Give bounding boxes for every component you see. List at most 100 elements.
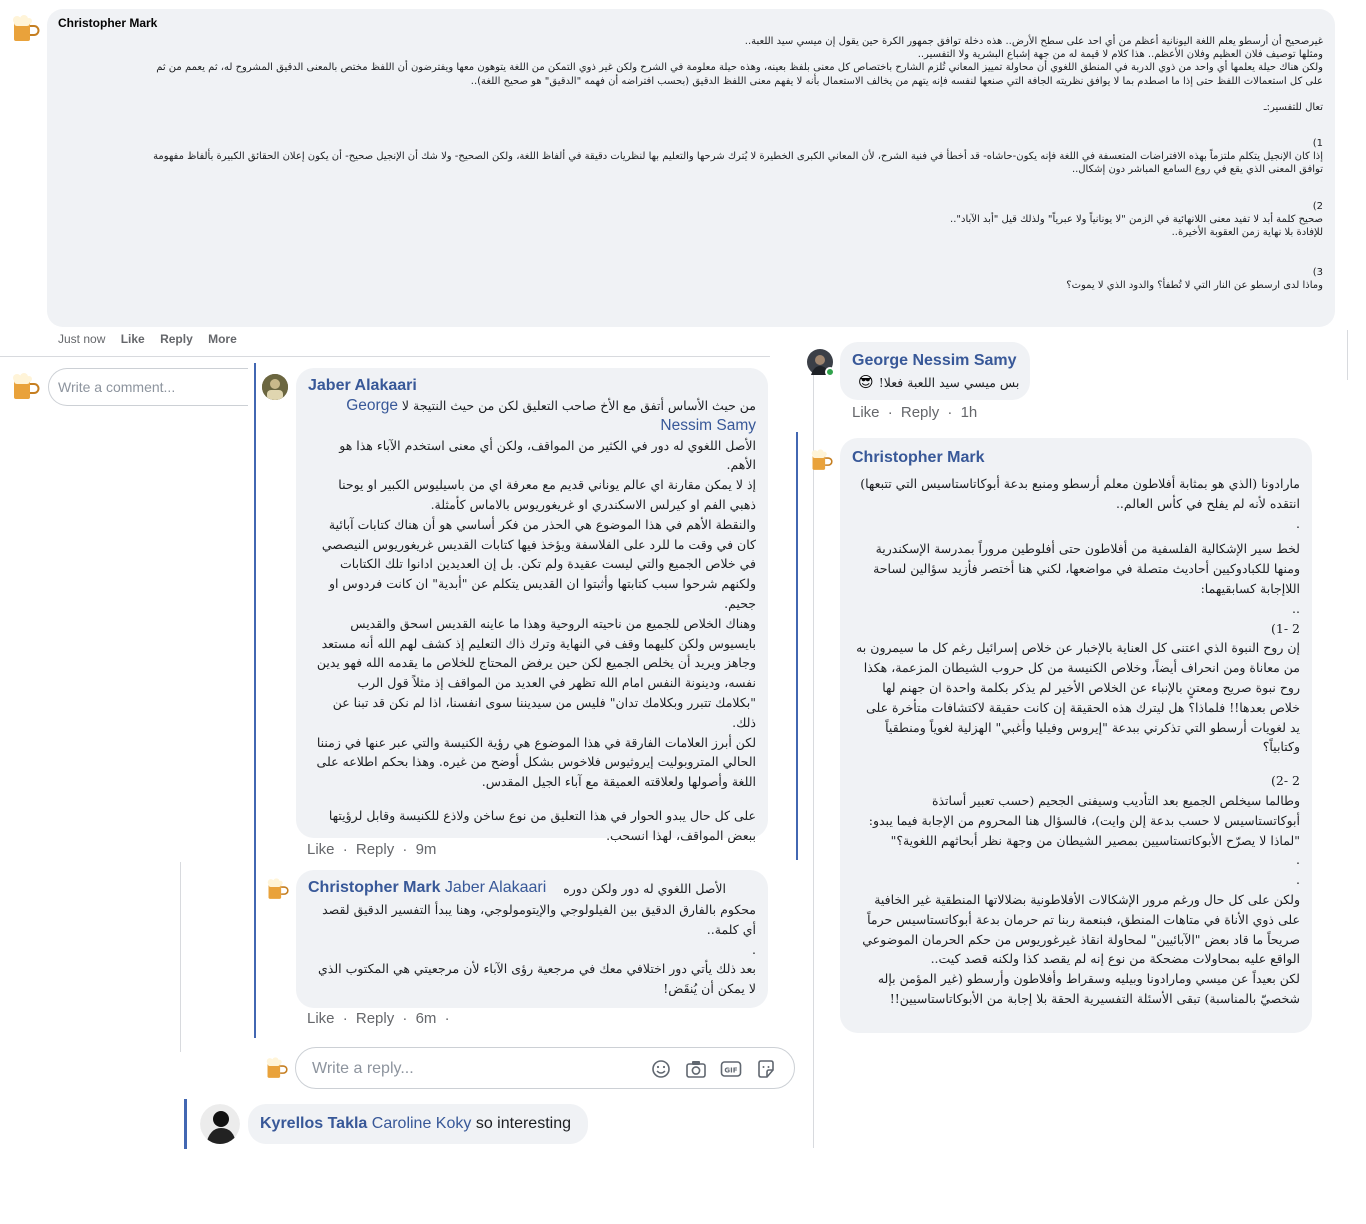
separator: · <box>342 841 348 858</box>
comment-body: الأصل اللغوي له دور ولكن دوره <box>314 879 726 899</box>
kyrellos-avatar[interactable] <box>200 1104 240 1144</box>
separator: · <box>342 1010 348 1027</box>
george-avatar[interactable] <box>807 349 835 377</box>
comment-text: بس ميسي سيد اللعبة فعلا! <box>878 375 1020 390</box>
separator: · <box>402 1010 408 1027</box>
timestamp[interactable]: 9m <box>416 841 437 858</box>
comment-paragraph: وطالما سيخلص الجميع بعد التأديب وسيفنى ا… <box>868 792 1300 828</box>
separator: · <box>887 404 893 421</box>
comment-paragraph: لكن أبرز العلامات الفارقة في هذا الموضوع… <box>316 734 756 790</box>
comment-paragraph: . <box>752 941 756 957</box>
george-comment-bubble: George Nessim Samy 😎 بس ميسي سيد اللعبة … <box>840 342 1030 400</box>
comment-author[interactable]: Kyrellos Takla <box>260 1115 367 1132</box>
beer-mug-icon <box>13 15 40 41</box>
comment-author[interactable]: Christopher Mark <box>852 449 984 467</box>
comment-paragraph: 2) <box>1312 200 1323 212</box>
like-button[interactable]: Like <box>852 404 880 421</box>
author-avatar[interactable] <box>807 447 833 473</box>
thread-line <box>254 363 256 1038</box>
reply-button[interactable]: Reply <box>356 841 394 858</box>
comment-paragraph: على كل حال يبدو الحوار في هذا التعليق من… <box>328 807 756 843</box>
emoji-icon[interactable] <box>651 1059 671 1083</box>
reply-button[interactable]: Reply <box>160 332 193 346</box>
write-comment-placeholder: Write a comment... <box>58 379 176 395</box>
comment-paragraph: 3) <box>1312 267 1323 279</box>
comment-body: مارادونا (الذي هو بمثابة أفلاطون معلم أر… <box>854 474 1300 1009</box>
comment-paragraph: غيرصحيح أن أرسطو يعلم اللغة اليونانية أع… <box>744 36 1323 47</box>
like-button[interactable]: Like <box>121 332 145 346</box>
comment-author[interactable]: Christopher Mark <box>58 16 157 30</box>
reply-button[interactable]: Reply <box>356 1010 394 1027</box>
mention-link[interactable]: George <box>346 397 398 414</box>
gif-icon[interactable]: GIF <box>720 1059 742 1083</box>
comment-actions: Like · Reply · 6m · <box>307 1010 454 1027</box>
thread-line <box>180 862 181 1052</box>
timestamp[interactable]: 1h <box>961 404 978 421</box>
write-comment-input[interactable]: Write a comment... <box>48 368 248 406</box>
timestamp[interactable]: 6m <box>416 1010 437 1027</box>
mention-link[interactable]: Nessim Samy <box>660 417 756 434</box>
author-avatar[interactable] <box>7 12 40 45</box>
thread-line <box>184 1099 187 1149</box>
thread-line <box>813 356 814 1148</box>
comment-body: غيرصحيح أن أرسطو يعلم اللغة اليونانية أع… <box>57 35 1323 293</box>
comment-actions: Like · Reply · 1h <box>852 404 981 421</box>
write-reply-placeholder: Write a reply... <box>312 1060 414 1077</box>
divider <box>1347 330 1348 380</box>
main-comment-bubble: Christopher Mark غيرصحيح أن أرسطو يعلم ا… <box>47 9 1335 327</box>
write-reply-input[interactable]: Write a reply... GIF <box>295 1047 795 1089</box>
comment-author[interactable]: Jaber Alakaari <box>308 377 417 395</box>
sunglasses-emoji: 😎 <box>858 373 874 391</box>
jaber-comment-bubble: Jaber Alakaari من حيث الأساس أتفق مع الأ… <box>296 368 768 843</box>
beer-mug-icon <box>811 449 833 470</box>
kyrellos-comment-bubble: Kyrellos Takla Caroline Koky so interest… <box>248 1104 588 1144</box>
my-avatar <box>7 370 40 403</box>
comment-paragraph: ومثلها توصيف فلان العظيم وفلان الأعظم.. … <box>917 49 1323 61</box>
comment-text: الأصل اللغوي له دور ولكن دوره <box>563 881 726 896</box>
comment-paragraph: 2 -2) <box>1271 773 1300 789</box>
divider <box>0 356 770 357</box>
comment-paragraph: صحيح كلمة أبد لا تفيد معنى اللانهائية في… <box>950 213 1323 225</box>
separator: · <box>947 404 953 421</box>
comment-paragraph: مارادونا (الذي هو بمثابة أفلاطون معلم أر… <box>860 476 1300 511</box>
svg-text:GIF: GIF <box>724 1067 737 1075</box>
comment-text: من حيث الأساس أتفق مع الأخ صاحب التعليق … <box>401 398 756 413</box>
comment-paragraph: 2 -1) <box>1271 620 1300 636</box>
timestamp[interactable]: Just now <box>58 332 105 346</box>
comment-paragraph: وماذا لدى ارسطو عن النار التي لا تُطفأ؟ … <box>1066 280 1323 292</box>
comment-paragraph: إذا كان الإنجيل يتكلم ملتزماً بهذه الافت… <box>153 151 1323 163</box>
camera-icon[interactable] <box>685 1059 707 1083</box>
mention-link[interactable]: Caroline Koky <box>372 1115 472 1132</box>
comment-paragraph: إذ لا يمكن مقارنة اي عالم يوناني قديم مع… <box>338 477 756 512</box>
reply-button[interactable]: Reply <box>901 404 939 421</box>
comment-paragraph: . <box>1296 852 1300 868</box>
comment-paragraph: 1) <box>1312 138 1323 150</box>
jaber-avatar[interactable] <box>262 374 288 400</box>
more-button[interactable]: More <box>208 332 237 346</box>
reply-bubble: Christopher Mark مارادونا (الذي هو بمثاب… <box>840 438 1312 1033</box>
like-button[interactable]: Like <box>307 841 335 858</box>
comment-paragraph: "لماذا لا يصرّح الأبوكاتستاسيين بمصير ال… <box>890 832 1300 848</box>
reply-bubble: Christopher Mark Jaber Alakaari الأصل ال… <box>296 870 768 1008</box>
sticker-icon[interactable] <box>756 1059 776 1083</box>
comment-paragraph: محكوم بالفارق الدقيق بين الفيلولوجي والإ… <box>322 902 756 937</box>
comment-paragraph: ولكن هناك حيلة يعلمها أي واحد من ذوي الد… <box>156 62 1323 74</box>
comment-paragraph: بعد ذلك يأتي دور اختلافي معك في مرجعية ر… <box>317 961 756 997</box>
separator: · <box>402 841 408 858</box>
comment-paragraph: لخط سير الإشكالية الفلسفية من أفلاطون حت… <box>873 541 1300 596</box>
comment-paragraph: والنقطة الأهم في هذا الموضوع هي الحذر من… <box>321 516 756 611</box>
comment-paragraph: توافق المعنى الذي يقع في روع السامع المب… <box>1071 164 1323 176</box>
author-avatar[interactable] <box>263 876 289 902</box>
comment-paragraph: للإفادة بلا نهاية زمن العقوبة الأخيرة.. <box>1171 227 1323 239</box>
comment-body: من حيث الأساس أتفق مع الأخ صاحب التعليق … <box>314 396 756 846</box>
separator: · <box>444 1010 450 1027</box>
comment-paragraph: .. <box>1292 600 1300 616</box>
like-button[interactable]: Like <box>307 1010 335 1027</box>
my-avatar <box>262 1055 288 1081</box>
beer-mug-icon <box>267 878 289 899</box>
comment-paragraph: إن روح النبوة الذي اعتنى كل العناية بالإ… <box>856 640 1300 755</box>
online-status-dot <box>825 367 835 377</box>
beer-mug-icon <box>266 1057 288 1078</box>
comment-author[interactable]: George Nessim Samy <box>852 352 1017 370</box>
comment-actions: Like · Reply · 9m <box>307 841 440 858</box>
